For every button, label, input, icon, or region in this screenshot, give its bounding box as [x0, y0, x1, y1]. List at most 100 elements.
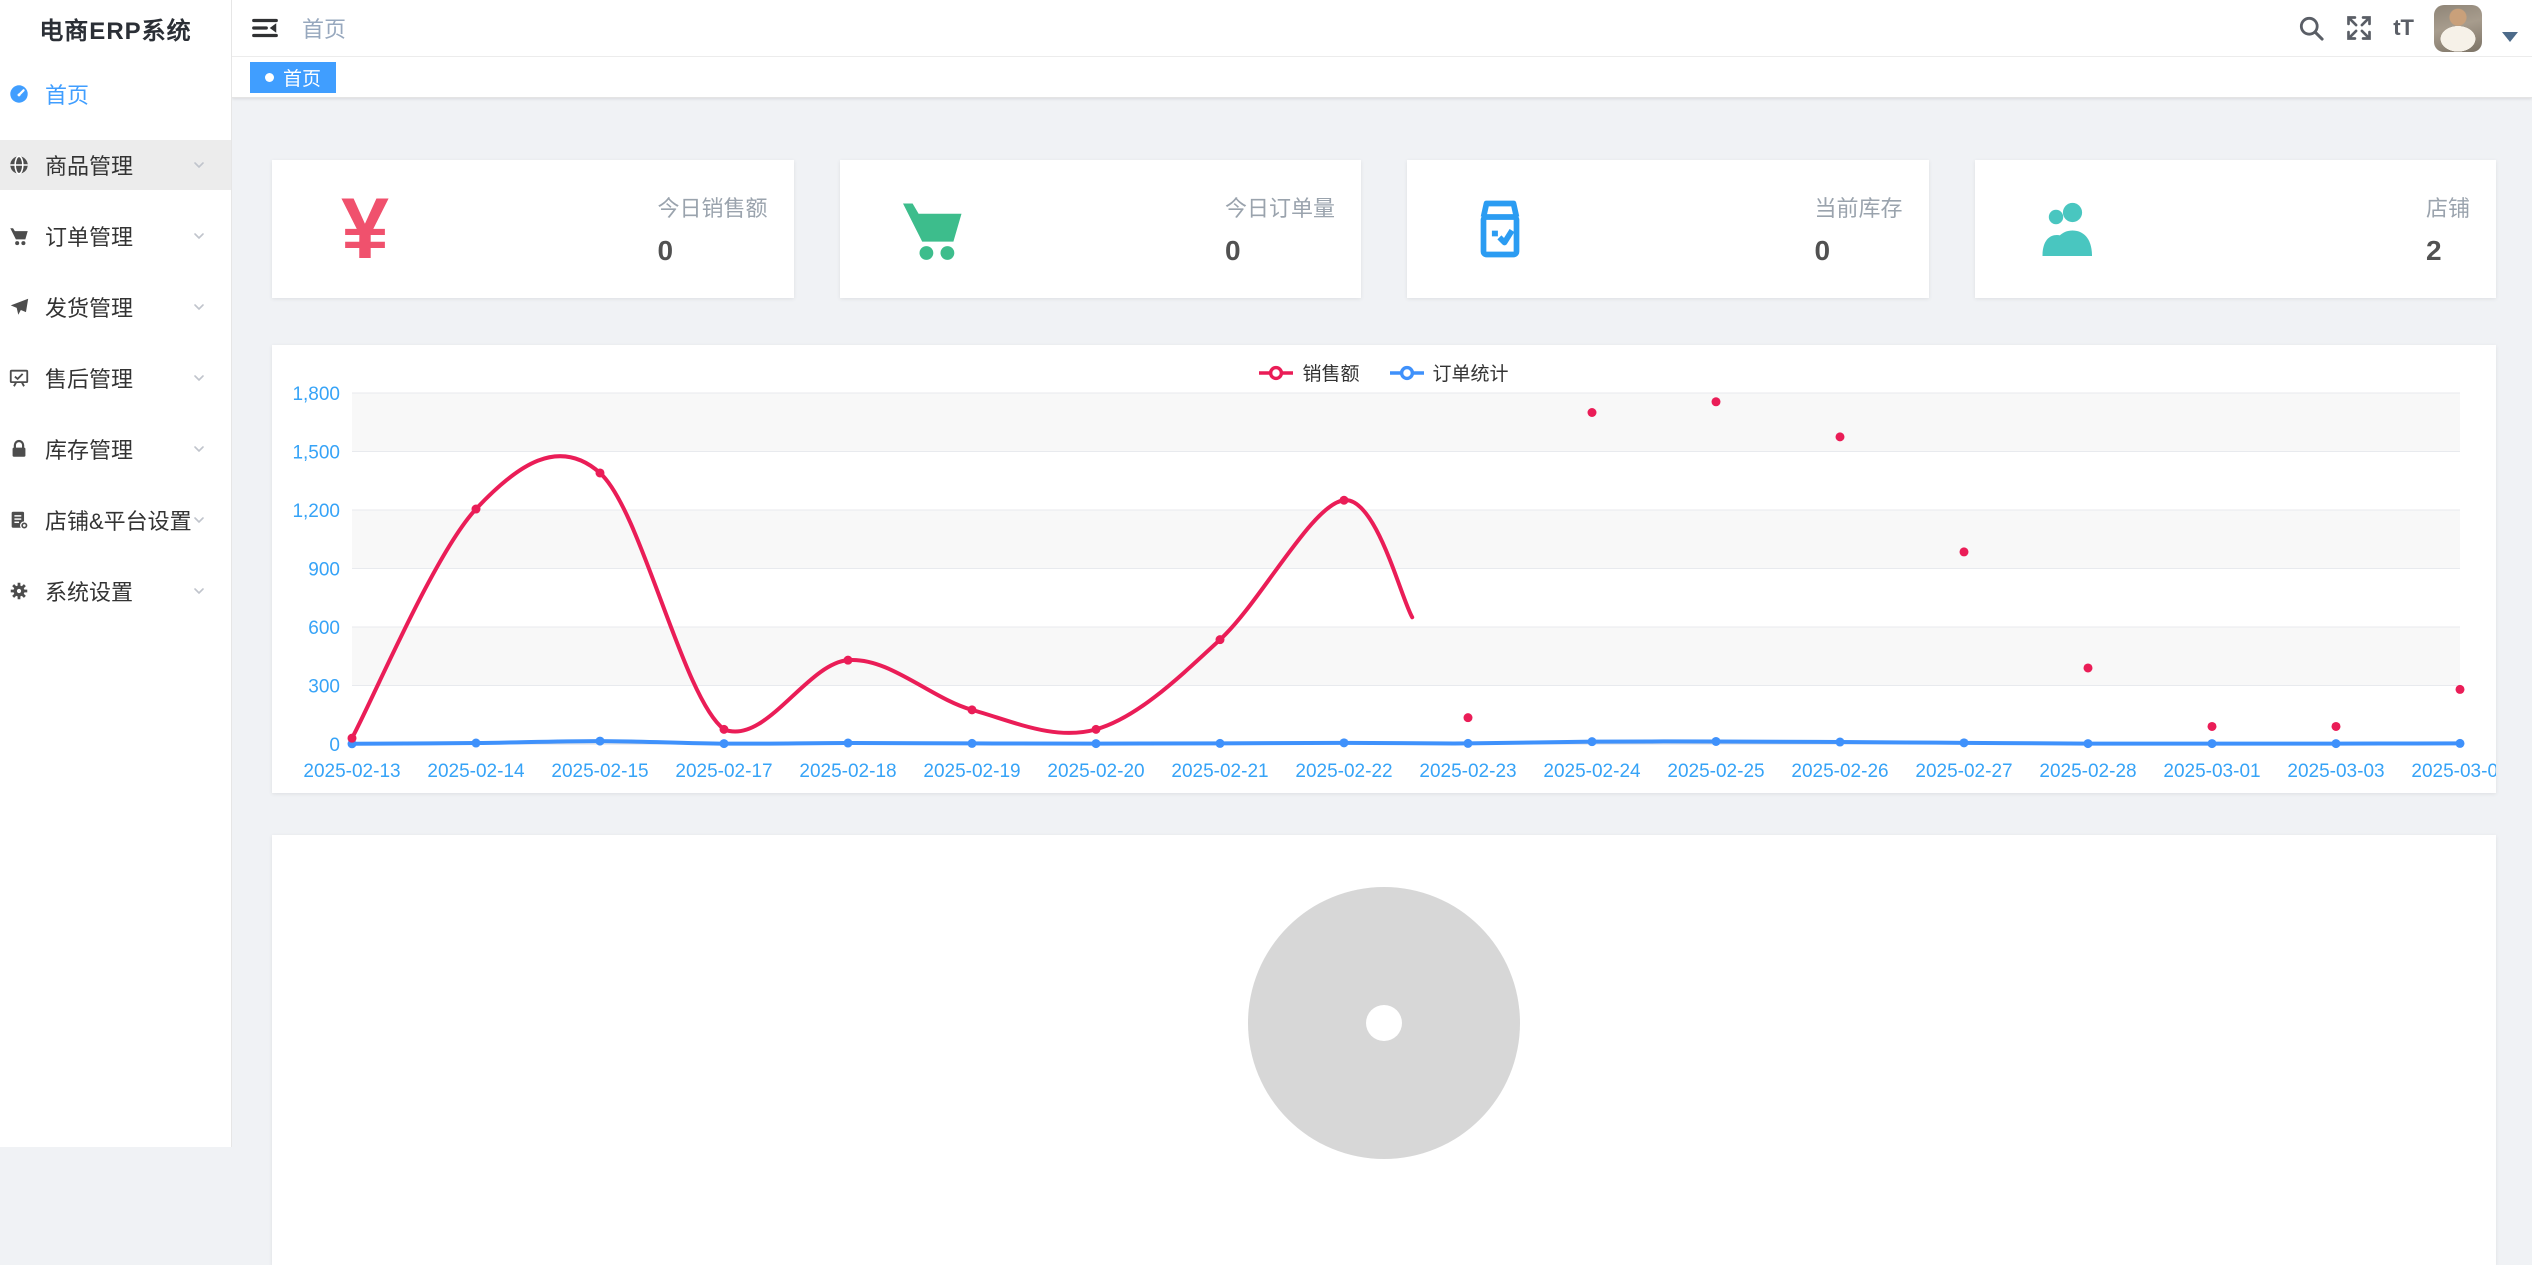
sidebar: 电商ERP系统 首页 商品管理 [0, 0, 232, 1147]
legend-marker-orders [1390, 365, 1424, 381]
search-icon[interactable] [2297, 14, 2325, 42]
stat-card-value: 0 [1225, 235, 1335, 267]
inventory-box-icon [1455, 184, 1545, 274]
lock-icon [8, 438, 30, 460]
orders-point [968, 739, 977, 748]
legend-item-orders[interactable]: 订单统计 [1390, 359, 1509, 386]
sidebar-item-orders[interactable]: 订单管理 [0, 211, 231, 261]
sidebar-item-shop-platform[interactable]: 店铺&平台设置 [0, 495, 231, 545]
stat-card-orders[interactable]: 今日订单量 0 [840, 160, 1362, 298]
orders-point [1712, 737, 1721, 746]
orders-point [1092, 739, 1101, 748]
svg-text:2025-03-03: 2025-03-03 [2287, 761, 2384, 782]
sales-point [1712, 397, 1721, 406]
sales-point [1216, 635, 1225, 644]
svg-text:1,200: 1,200 [292, 501, 340, 522]
sales-point [2084, 663, 2093, 672]
orders-point [1960, 738, 1969, 747]
cart-icon [8, 225, 30, 247]
chevron-down-icon [191, 583, 207, 599]
sidebar-item-shipping[interactable]: 发货管理 [0, 282, 231, 332]
sidebar-menu: 首页 商品管理 订单管理 [0, 57, 231, 616]
sales-point [2332, 722, 2341, 731]
breadcrumb[interactable]: 首页 [302, 12, 346, 44]
stat-card-value: 0 [1814, 235, 1902, 267]
stat-card-label: 今日销售额 [657, 191, 767, 223]
sidebar-item-label: 发货管理 [45, 291, 133, 323]
cart-icon [888, 184, 978, 274]
tab-active-dot [265, 73, 274, 82]
pie-chart-panel [272, 835, 2496, 1265]
sales-point [348, 734, 357, 743]
sidebar-item-products[interactable]: 商品管理 [0, 140, 231, 190]
svg-text:2025-02-27: 2025-02-27 [1915, 761, 2012, 782]
svg-text:2025-02-18: 2025-02-18 [799, 761, 896, 782]
stat-card-shops[interactable]: 店铺 2 [1975, 160, 2497, 298]
sales-point [1960, 547, 1969, 556]
svg-text:2025-02-22: 2025-02-22 [1295, 761, 1392, 782]
stat-card-inventory[interactable]: 当前库存 0 [1407, 160, 1929, 298]
document-gear-icon [8, 509, 30, 531]
svg-text:600: 600 [308, 618, 340, 639]
orders-point [596, 737, 605, 746]
stat-card-label: 今日订单量 [1225, 191, 1335, 223]
orders-point [2332, 739, 2341, 748]
chevron-down-icon [191, 512, 207, 528]
legend-marker-sales [1259, 365, 1293, 381]
legend-label: 订单统计 [1433, 359, 1509, 386]
chevron-down-icon [191, 370, 207, 386]
sales-point [720, 725, 729, 734]
orders-line [352, 741, 2460, 744]
sales-line [352, 456, 1412, 738]
stat-card-label: 店铺 [2426, 191, 2470, 223]
fold-sidebar-icon[interactable] [250, 13, 280, 43]
chevron-down-icon [191, 299, 207, 315]
sales-point [1588, 408, 1597, 417]
svg-text:2025-02-20: 2025-02-20 [1047, 761, 1144, 782]
orders-point [1836, 738, 1845, 747]
caret-down-icon[interactable] [2502, 32, 2518, 42]
svg-text:1,500: 1,500 [292, 443, 340, 464]
svg-text:900: 900 [308, 560, 340, 581]
sidebar-item-label: 库存管理 [45, 433, 133, 465]
svg-text:2025-02-13: 2025-02-13 [303, 761, 400, 782]
dashboard-icon [8, 83, 30, 105]
svg-text:2025-02-19: 2025-02-19 [923, 761, 1020, 782]
font-size-icon[interactable]: tT [2393, 17, 2414, 39]
send-icon [8, 296, 30, 318]
orders-point [1340, 738, 1349, 747]
gear-icon [8, 580, 30, 602]
sales-orders-chart-panel: 销售额 订单统计 03006009001,2001,5001,8002025-0… [272, 345, 2496, 793]
sidebar-item-system-settings[interactable]: 系统设置 [0, 566, 231, 616]
fullscreen-icon[interactable] [2345, 14, 2373, 42]
line-chart: 03006009001,2001,5001,8002025-02-132025-… [272, 345, 2496, 793]
svg-text:2025-02-28: 2025-02-28 [2039, 761, 2136, 782]
app-title: 电商ERP系统 [0, 0, 231, 57]
stat-card-sales[interactable]: ¥ 今日销售额 0 [272, 160, 794, 298]
stat-card-value: 2 [2426, 235, 2470, 267]
sidebar-item-label: 店铺&平台设置 [45, 504, 192, 536]
globe-icon [8, 154, 30, 176]
orders-point [844, 739, 853, 748]
sales-point [1340, 496, 1349, 505]
sidebar-item-label: 系统设置 [45, 575, 133, 607]
sales-point [2208, 722, 2217, 731]
svg-text:2025-02-15: 2025-02-15 [551, 761, 648, 782]
sidebar-item-aftersale[interactable]: 售后管理 [0, 353, 231, 403]
legend-label: 销售额 [1302, 359, 1359, 386]
orders-point [2208, 739, 2217, 748]
stat-card-value: 0 [657, 235, 767, 267]
tab-home[interactable]: 首页 [250, 62, 336, 93]
sales-point [968, 705, 977, 714]
avatar[interactable] [2434, 5, 2482, 52]
empty-donut-chart [1248, 887, 1520, 1159]
svg-text:2025-03-04: 2025-03-04 [2411, 761, 2496, 782]
stat-cards-row: ¥ 今日销售额 0 今日订单量 0 [272, 160, 2496, 298]
sidebar-item-home[interactable]: 首页 [0, 69, 231, 119]
orders-point [1588, 737, 1597, 746]
legend-item-sales[interactable]: 销售额 [1259, 359, 1359, 386]
sales-point [844, 656, 853, 665]
sidebar-item-inventory[interactable]: 库存管理 [0, 424, 231, 474]
sidebar-item-label: 首页 [45, 78, 89, 110]
topbar-actions: tT [2297, 5, 2532, 52]
